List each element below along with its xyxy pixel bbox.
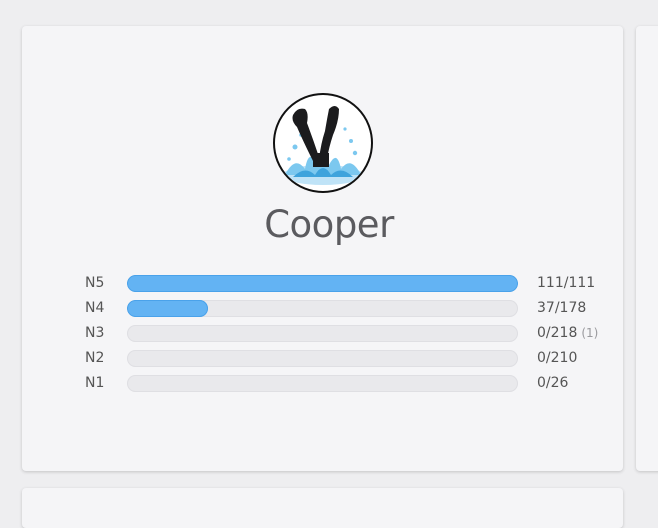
level-extra-count: (1) <box>581 326 599 340</box>
level-count: 37/178 <box>537 298 586 318</box>
next-card <box>22 488 623 528</box>
avatar-image <box>283 106 363 185</box>
level-row-n5[interactable]: N5 111/111 <box>0 273 658 293</box>
adjacent-card <box>636 26 658 471</box>
progress-bar-track <box>127 325 518 342</box>
level-row-n2[interactable]: N2 0/210 <box>0 348 658 368</box>
avatar[interactable] <box>273 93 373 193</box>
level-label: N5 <box>85 275 105 291</box>
level-label: N3 <box>85 325 105 341</box>
level-count-value: 37/178 <box>537 300 587 316</box>
progress-bar-track <box>127 300 518 317</box>
progress-bar-track <box>127 375 518 392</box>
progress-bar-track <box>127 275 518 292</box>
level-label: N4 <box>85 300 105 316</box>
level-label: N2 <box>85 350 105 366</box>
level-count: 0/26 <box>537 373 568 393</box>
level-count-value: 111/111 <box>537 275 596 291</box>
level-label: N1 <box>85 375 105 391</box>
level-row-n4[interactable]: N4 37/178 <box>0 298 658 318</box>
level-count-value: 0/210 <box>537 350 578 366</box>
level-count: 111/111 <box>537 273 595 293</box>
username: Cooper <box>264 203 394 246</box>
level-count-value: 0/26 <box>537 375 569 391</box>
progress-bar-track <box>127 350 518 367</box>
level-count: 0/210 <box>537 348 577 368</box>
progress-bar-fill <box>127 300 209 317</box>
level-count: 0/218 (1) <box>537 323 598 343</box>
level-row-n3[interactable]: N3 0/218 (1) <box>0 323 658 343</box>
progress-bar-fill <box>127 275 518 292</box>
level-count-value: 0/218 <box>537 325 578 341</box>
level-row-n1[interactable]: N1 0/26 <box>0 373 658 393</box>
